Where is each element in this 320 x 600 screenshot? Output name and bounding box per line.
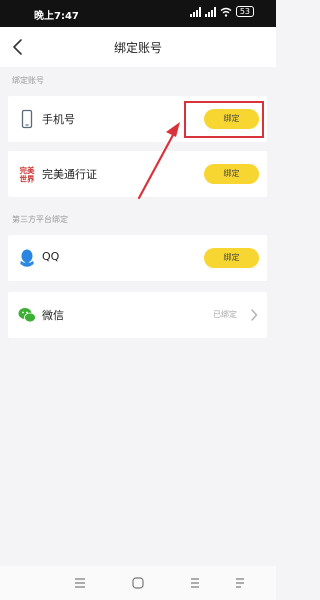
phone-row: 手机号 绑定	[8, 96, 267, 142]
perfect-world-logo: 完美 世界	[17, 165, 37, 184]
perfect-passport-label: 完美通行证	[42, 168, 97, 181]
page-title: 绑定账号	[113, 41, 162, 55]
bind-perfect-passport-button[interactable]: 绑定	[204, 164, 259, 184]
battery-icon: 53	[235, 6, 254, 17]
chevron-right-icon	[251, 309, 258, 321]
status-time: 晚上7:47	[34, 11, 79, 22]
wechat-bound-status: 已绑定	[213, 310, 237, 319]
qq-label: QQ	[42, 250, 60, 263]
header-bar: 绑定账号	[0, 27, 276, 67]
phone-icon	[21, 109, 33, 129]
status-bar: 晚上7:47 53	[0, 0, 276, 27]
svg-text:世界: 世界	[20, 174, 35, 184]
status-icons: 53	[189, 6, 254, 17]
section-label-third-party: 第三方平台绑定	[12, 215, 68, 224]
recents-icon[interactable]	[187, 575, 203, 591]
qq-icon	[20, 249, 34, 267]
svg-text:完美: 完美	[20, 165, 35, 175]
wifi-icon	[220, 7, 232, 17]
home-icon[interactable]	[130, 575, 146, 591]
wechat-label: 微信	[42, 309, 64, 322]
back-nav-icon[interactable]	[232, 575, 248, 591]
phone-label: 手机号	[42, 113, 75, 126]
qq-row: QQ 绑定	[8, 235, 267, 281]
bind-qq-button[interactable]: 绑定	[204, 248, 259, 268]
wechat-row[interactable]: 微信 已绑定	[8, 292, 267, 338]
wechat-icon	[18, 308, 36, 323]
bind-phone-button[interactable]: 绑定	[204, 109, 259, 129]
menu-icon[interactable]	[72, 575, 88, 591]
section-label-accounts: 绑定账号	[12, 76, 44, 85]
signal-icon-2	[204, 6, 216, 17]
system-nav-bar	[0, 566, 276, 600]
perfect-passport-row: 完美 世界 完美通行证 绑定	[8, 151, 267, 197]
signal-icon	[189, 6, 201, 17]
